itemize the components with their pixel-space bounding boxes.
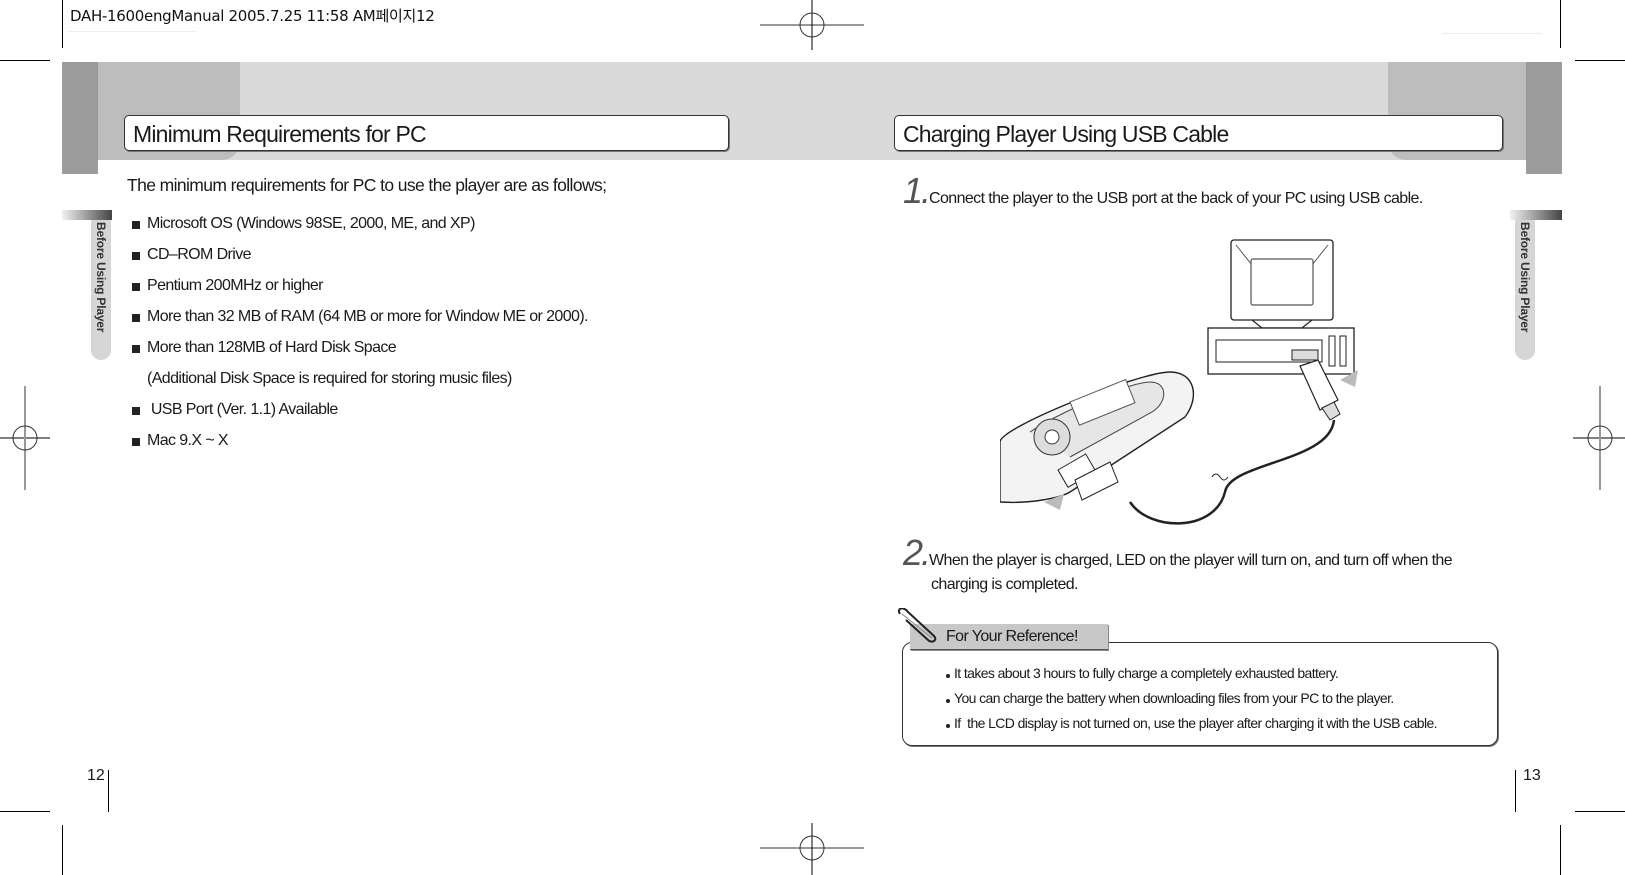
left-side-tab-gradient xyxy=(62,210,112,220)
requirement-item: Microsoft OS (Windows 98SE, 2000, ME, an… xyxy=(132,208,588,239)
step-2: 2. When the player is charged, LED on th… xyxy=(903,532,1453,594)
requirement-item: More than 32 MB of RAM (64 MB or more fo… xyxy=(132,301,589,332)
reference-item: If the LCD display is not turned on, use… xyxy=(946,710,1438,735)
step-1: 1. Connect the player to the USB port at… xyxy=(903,170,1423,212)
right-page-rule xyxy=(1515,770,1516,812)
left-side-label: Before Using Player xyxy=(94,222,108,333)
bullet-dot-icon xyxy=(946,698,950,703)
right-side-tab-gradient xyxy=(1510,210,1562,220)
step-text-continued: charging is completed. xyxy=(931,576,1078,593)
bullet-square-icon xyxy=(132,345,140,353)
bullet-dot-icon xyxy=(946,723,950,728)
reference-item: It takes about 3 hours to fully charge a… xyxy=(946,660,1437,685)
slug-underline xyxy=(68,31,196,32)
bullet-square-icon xyxy=(132,314,140,322)
step-number: 2. xyxy=(903,532,931,573)
requirements-intro: The minimum requirements for PC to use t… xyxy=(127,175,607,195)
left-page-rule xyxy=(108,770,109,812)
registration-mark-left xyxy=(0,386,50,490)
print-slug: DAH-1600engManual 2005.7.25 11:58 AM페이지1… xyxy=(70,7,435,25)
bullet-dot-icon xyxy=(946,673,950,678)
bullet-square-icon xyxy=(132,252,140,260)
left-page-number: 12 xyxy=(87,767,105,784)
pc-case-icon xyxy=(1207,327,1355,375)
usb-cable xyxy=(1128,419,1336,525)
usb-charging-illustration xyxy=(1000,239,1358,525)
left-section-title: Minimum Requirements for PC xyxy=(124,115,729,151)
requirement-item: Mac 9.X ~ X xyxy=(132,425,588,456)
right-section-title: Charging Player Using USB Cable xyxy=(894,115,1503,151)
right-page-number: 13 xyxy=(1523,767,1541,784)
header-band-left-edge xyxy=(62,62,98,174)
right-side-label: Before Using Player xyxy=(1518,222,1532,333)
requirement-item: Pentium 200MHz or higher xyxy=(132,270,588,301)
registration-mark-right xyxy=(1573,386,1625,490)
requirement-item: USB Port (Ver. 1.1) Available xyxy=(132,394,588,425)
reference-list: It takes about 3 hours to fully charge a… xyxy=(946,660,1438,735)
bullet-square-icon xyxy=(132,407,140,415)
registration-mark-top xyxy=(760,0,864,50)
step-number: 1. xyxy=(903,170,931,211)
cable-break-icon xyxy=(1211,473,1229,481)
mp3-player-icon xyxy=(1000,371,1195,504)
requirement-item: CD–ROM Drive xyxy=(132,239,588,270)
bullet-square-icon xyxy=(132,438,140,446)
monitor-icon xyxy=(1230,239,1334,329)
requirements-list: Microsoft OS (Windows 98SE, 2000, ME, an… xyxy=(132,208,589,456)
registration-mark-bottom xyxy=(760,823,864,875)
bullet-square-icon xyxy=(132,283,140,291)
requirement-note: (Additional Disk Space is required for s… xyxy=(147,369,512,387)
reference-item: You can charge the battery when download… xyxy=(946,685,1437,710)
step-text: Connect the player to the USB port at th… xyxy=(929,190,1423,207)
step-text: When the player is charged, LED on the p… xyxy=(929,552,1453,569)
bullet-square-icon xyxy=(132,221,140,229)
requirement-item: More than 128MB of Hard Disk Space xyxy=(132,332,588,363)
header-band-right-edge xyxy=(1526,62,1562,174)
paperclip-icon xyxy=(898,608,937,643)
